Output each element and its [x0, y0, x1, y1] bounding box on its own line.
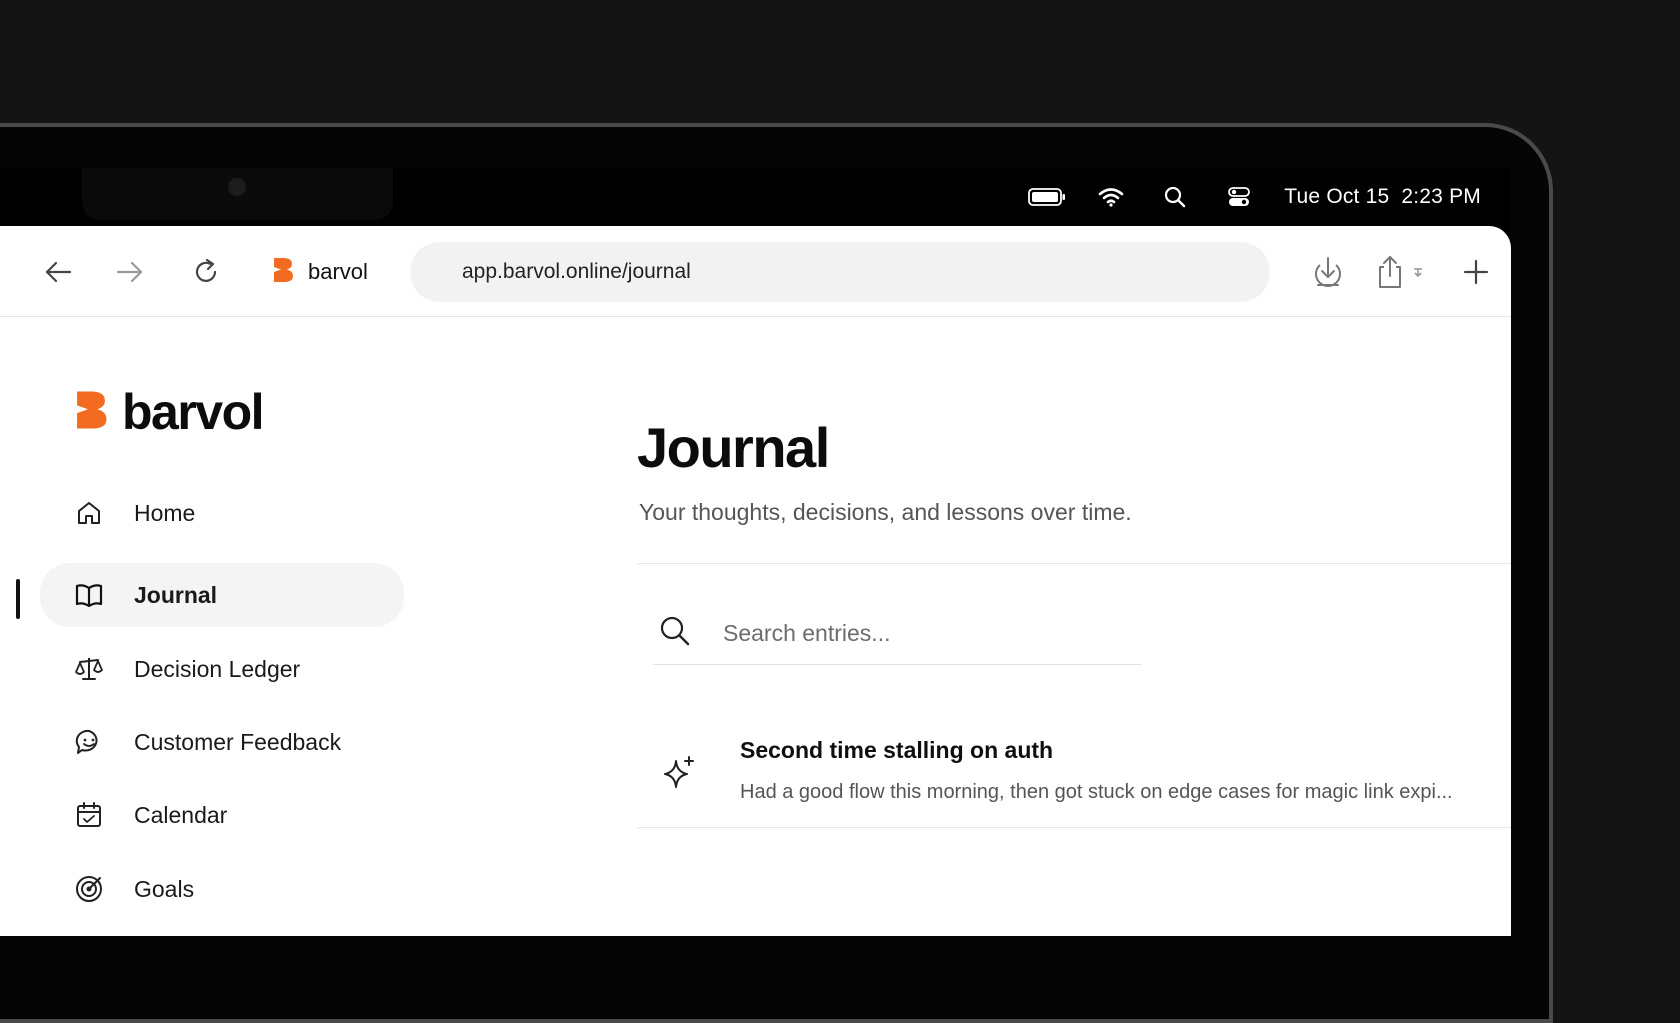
- sidebar-item-home[interactable]: Home: [40, 481, 404, 545]
- share-button[interactable]: [1374, 254, 1430, 290]
- sparkle-icon: [661, 755, 697, 791]
- sidebar-item-calendar[interactable]: Calendar: [40, 783, 404, 847]
- camera-icon: [228, 178, 246, 196]
- sidebar-item-journal[interactable]: Journal: [40, 563, 404, 627]
- sidebar-item-label: Decision Ledger: [134, 655, 301, 682]
- sidebar-item-label: Home: [134, 499, 196, 526]
- journal-entry[interactable]: Second time stalling on auth Had a good …: [637, 709, 1511, 827]
- target-icon: [74, 874, 104, 904]
- main-content: Journal Your thoughts, decisions, and le…: [637, 317, 1511, 936]
- address-bar[interactable]: app.barvol.online/journal: [410, 242, 1270, 302]
- feedback-icon: [74, 727, 104, 757]
- sidebar-item-label: Journal: [134, 581, 218, 608]
- sidebar-item-label: Customer Feedback: [134, 728, 342, 755]
- entry-title: Second time stalling on auth: [740, 737, 1054, 763]
- url-text: app.barvol.online/journal: [462, 260, 691, 283]
- menubar-clock[interactable]: Tue Oct 15 2:23 PM: [1284, 185, 1481, 209]
- home-icon: [74, 498, 104, 528]
- forward-button[interactable]: [112, 254, 148, 290]
- entry-divider: [637, 827, 1511, 828]
- downloads-button[interactable]: [1310, 254, 1346, 290]
- browser-toolbar: barvol app.barvol.online/journal: [0, 226, 1511, 317]
- search-bar[interactable]: [653, 603, 1141, 665]
- favicon-icon: [272, 257, 294, 288]
- sidebar-item-goals[interactable]: Goals: [40, 857, 404, 921]
- tab-title: barvol: [308, 259, 368, 284]
- menubar-date: Tue Oct 15: [1284, 185, 1390, 208]
- sidebar: barvol Home Journal Decision Ledger Cust…: [0, 317, 420, 936]
- header-divider: [637, 563, 1511, 564]
- sidebar-item-decision-ledger[interactable]: Decision Ledger: [40, 637, 404, 701]
- sidebar-item-label: Calendar: [134, 801, 228, 828]
- page-subtitle: Your thoughts, decisions, and lessons ov…: [639, 499, 1132, 525]
- brand-logo[interactable]: barvol: [74, 383, 265, 441]
- browser-window: barvol app.barvol.online/journal barvol: [0, 226, 1511, 936]
- reload-button[interactable]: [188, 254, 224, 290]
- active-tab[interactable]: barvol: [272, 250, 368, 294]
- menubar-time: 2:23 PM: [1401, 185, 1481, 208]
- logo-icon: [74, 386, 108, 439]
- scale-icon: [74, 654, 104, 684]
- active-nav-marker: [16, 579, 20, 619]
- wifi-icon[interactable]: [1092, 184, 1130, 210]
- battery-icon[interactable]: [1028, 184, 1066, 210]
- control-center-icon[interactable]: [1220, 184, 1258, 210]
- book-icon: [74, 580, 104, 610]
- calendar-icon: [74, 800, 104, 830]
- spotlight-search-icon[interactable]: [1156, 184, 1194, 210]
- page-title: Journal: [637, 416, 830, 479]
- brand-name: barvol: [122, 384, 265, 440]
- search-icon: [659, 615, 691, 652]
- new-tab-button[interactable]: [1458, 254, 1494, 290]
- back-button[interactable]: [40, 254, 76, 290]
- sidebar-item-customer-feedback[interactable]: Customer Feedback: [40, 710, 404, 774]
- sidebar-item-label: Goals: [134, 875, 195, 902]
- entry-excerpt: Had a good flow this morning, then got s…: [740, 781, 1453, 803]
- search-input[interactable]: [721, 619, 1105, 648]
